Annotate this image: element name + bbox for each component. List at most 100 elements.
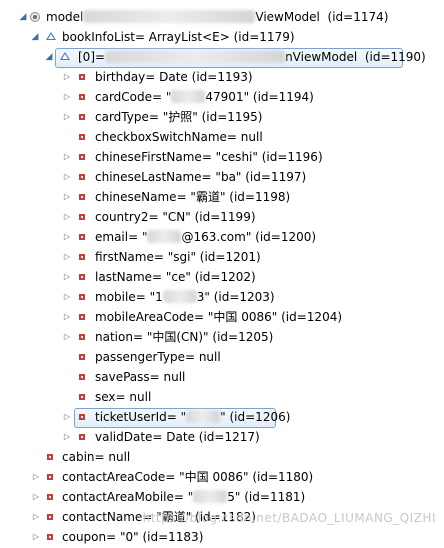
expand-arrow-icon[interactable]: ▷ (31, 467, 41, 487)
private-field-icon (79, 354, 85, 360)
expand-arrow-icon[interactable]: ▷ (62, 247, 72, 267)
tree-row-field[interactable]: ▷ cardType= "护照" (id=1195) (0, 107, 444, 127)
field-label: sex= null (95, 390, 152, 404)
bookInfoList-label: bookInfoList= ArrayList<E> (id=1179) (62, 30, 295, 44)
private-field-icon (79, 74, 85, 80)
expand-arrow-icon[interactable]: ▷ (31, 487, 41, 507)
field-label: country2= "CN" (id=1199) (95, 210, 256, 224)
expand-arrow-icon[interactable]: ▷ (62, 227, 72, 247)
tree-row-field[interactable]: ▷ lastName= "ce" (id=1202) (0, 267, 444, 287)
tree-row-field[interactable]: ▷ email= " @163.com" (id=1200) (0, 227, 444, 247)
tree-row-field[interactable]: ▷ mobileAreaCode= "中国 0086" (id=1204) (0, 307, 444, 327)
tree-row-field[interactable]: ▷ coupon= "0" (id=1183) (0, 527, 444, 547)
field-label: savePass= null (95, 370, 186, 384)
private-field-icon (79, 234, 85, 240)
field-label: nation= "中国(CN)" (id=1205) (95, 330, 274, 344)
private-field-icon (79, 254, 85, 260)
tree-row-field[interactable]: ▷ cardCode= " 47901" (id=1194) (0, 87, 444, 107)
private-field-icon (47, 454, 53, 460)
model-label: model ViewModel (id=1174) (46, 10, 389, 24)
field-triangle-icon (46, 32, 56, 40)
tree-row-field[interactable]: ▷ country2= "CN" (id=1199) (0, 207, 444, 227)
private-field-icon (79, 94, 85, 100)
tree-row-field[interactable]: ▷ nation= "中国(CN)" (id=1205) (0, 327, 444, 347)
field-label: cardCode= " 47901" (id=1194) (95, 90, 314, 104)
tree-row-field[interactable]: cabin= null (0, 447, 444, 467)
tree-row-bookInfoList[interactable]: ◢ bookInfoList= ArrayList<E> (id=1179) (0, 27, 444, 47)
field-triangle-icon (60, 52, 70, 60)
expand-arrow-icon[interactable]: ▷ (62, 187, 72, 207)
tree-row-field[interactable]: ▷ contactAreaCode= "中国 0086" (id=1180) (0, 467, 444, 487)
private-field-icon (47, 534, 53, 540)
field-label: checkboxSwitchName= null (95, 130, 263, 144)
field-label: mobile= "1 3" (id=1203) (95, 290, 275, 304)
private-field-icon (47, 494, 53, 500)
private-field-icon (79, 414, 85, 420)
field-label: mobileAreaCode= "中国 0086" (id=1204) (95, 310, 343, 324)
tree-row-field[interactable]: ▷ firstName= "sgi" (id=1201) (0, 247, 444, 267)
redacted-text (147, 230, 182, 243)
expand-arrow-icon[interactable]: ▷ (62, 107, 72, 127)
redacted-text (105, 50, 286, 63)
private-field-icon (79, 314, 85, 320)
private-field-icon (79, 294, 85, 300)
expand-arrow-icon[interactable]: ▷ (62, 167, 72, 187)
expand-arrow-icon[interactable]: ▷ (31, 507, 41, 527)
tree-row-field[interactable]: ▷ mobile= "1 3" (id=1203) (0, 287, 444, 307)
tree-row-field[interactable]: ▷ contactAreaMobile= " 5" (id=1181) (0, 487, 444, 507)
redacted-text (193, 490, 228, 503)
field-label: validDate= Date (id=1217) (95, 430, 260, 444)
expand-arrow-icon[interactable]: ▷ (62, 207, 72, 227)
tree-row-field[interactable]: ▷ chineseLastName= "ba" (id=1197) (0, 167, 444, 187)
private-field-icon (47, 474, 53, 480)
field-label: contactAreaCode= "中国 0086" (id=1180) (62, 470, 314, 484)
tree-row-field[interactable]: checkboxSwitchName= null (0, 127, 444, 147)
field-label: chineseFirstName= "ceshi" (id=1196) (95, 150, 323, 164)
tree-row-field[interactable]: sex= null (0, 387, 444, 407)
private-field-icon (79, 134, 85, 140)
tree-row-field[interactable]: ▷ birthday= Date (id=1193) (0, 67, 444, 87)
private-field-icon (79, 374, 85, 380)
field-label: lastName= "ce" (id=1202) (95, 270, 256, 284)
field-label: chineseLastName= "ba" (id=1197) (95, 170, 307, 184)
private-field-icon (79, 174, 85, 180)
expand-arrow-icon[interactable]: ▷ (62, 327, 72, 347)
redacted-text (83, 10, 256, 23)
watermark: https://blog.csdn.net/BADAO_LIUMANG_QIZH… (142, 511, 436, 525)
field-label: contactAreaMobile= " 5" (id=1181) (62, 490, 306, 504)
expand-arrow-icon[interactable]: ▷ (62, 147, 72, 167)
tree-row-field[interactable]: passengerType= null (0, 347, 444, 367)
tree-row-field[interactable]: ▷ validDate= Date (id=1217) (0, 427, 444, 447)
expand-arrow-icon[interactable]: ▷ (62, 427, 72, 447)
field-label: cabin= null (62, 450, 131, 464)
redacted-text (162, 290, 197, 303)
tree-row-model[interactable]: ◢ model ViewModel (id=1174) (0, 7, 444, 27)
expand-arrow-icon[interactable]: ▷ (62, 267, 72, 287)
tree-row-item0[interactable]: ◢ [0]= nViewModel (id=1190) (0, 47, 444, 68)
private-field-icon (47, 514, 53, 520)
field-label: email= " @163.com" (id=1200) (95, 230, 317, 244)
expand-arrow-icon[interactable]: ▷ (31, 527, 41, 547)
private-field-icon (79, 194, 85, 200)
collapse-arrow-icon[interactable]: ◢ (44, 47, 54, 67)
field-label: firstName= "sgi" (id=1201) (95, 250, 261, 264)
field-label: passengerType= null (95, 350, 221, 364)
private-field-icon (79, 154, 85, 160)
item0-label: [0]= nViewModel (id=1190) (78, 50, 426, 64)
private-field-icon (79, 434, 85, 440)
field-label: ticketUserId= " " (id=1206) (95, 410, 291, 424)
private-field-icon (79, 114, 85, 120)
expand-arrow-icon[interactable]: ▷ (62, 307, 72, 327)
tree-row-field[interactable]: ▷ chineseName= "霸道" (id=1198) (0, 187, 444, 207)
tree-row-field[interactable]: savePass= null (0, 367, 444, 387)
expand-arrow-icon[interactable]: ▷ (62, 287, 72, 307)
collapse-arrow-icon[interactable]: ◢ (30, 27, 40, 47)
tree-row-field[interactable]: ▷ chineseFirstName= "ceshi" (id=1196) (0, 147, 444, 167)
expand-arrow-icon[interactable]: ▷ (62, 87, 72, 107)
private-field-icon (79, 214, 85, 220)
tree-row-field[interactable]: ▷ ticketUserId= " " (id=1206) (0, 407, 444, 428)
collapse-arrow-icon[interactable]: ◢ (18, 7, 28, 27)
expand-arrow-icon[interactable]: ▷ (62, 407, 72, 427)
expand-arrow-icon[interactable]: ▷ (62, 67, 72, 87)
field-label: birthday= Date (id=1193) (95, 70, 253, 84)
